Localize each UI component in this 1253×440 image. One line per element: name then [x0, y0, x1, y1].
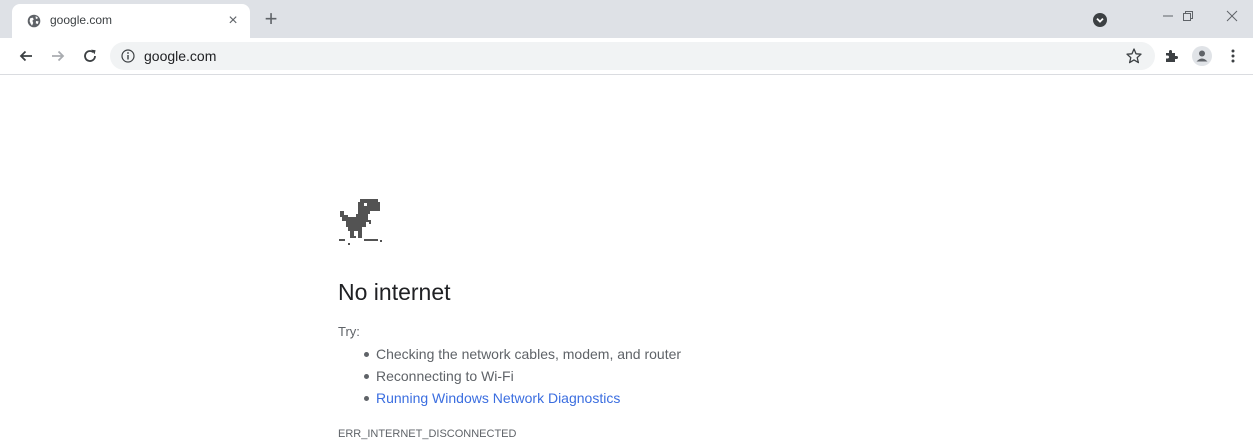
- toolbar: google.com: [0, 38, 1253, 75]
- tab-search-icon[interactable]: [1092, 12, 1108, 28]
- info-icon[interactable]: [121, 49, 135, 63]
- suggestion-link-text[interactable]: Running Windows Network Diagnostics: [376, 390, 620, 406]
- dino-icon: [338, 199, 382, 246]
- tab-close-icon[interactable]: ×: [223, 11, 243, 31]
- network-diagnostics-link[interactable]: Running Windows Network Diagnostics: [338, 388, 681, 410]
- tab-strip: google.com × +: [0, 0, 1253, 38]
- globe-icon: [27, 14, 41, 28]
- suggestion-item: Checking the network cables, modem, and …: [338, 344, 681, 366]
- page-title: No internet: [338, 279, 451, 305]
- tab-title: google.com: [50, 13, 113, 27]
- restore-icon[interactable]: [1167, 0, 1209, 32]
- bullet: [364, 396, 369, 401]
- bullet: [364, 352, 369, 357]
- forward-arrow-icon[interactable]: [46, 44, 70, 68]
- extensions-icon[interactable]: [1159, 44, 1183, 68]
- active-tab[interactable]: google.com ×: [12, 4, 250, 38]
- suggestion-item: Reconnecting to Wi-Fi: [338, 366, 681, 388]
- close-window-icon[interactable]: [1211, 0, 1253, 32]
- new-tab-button[interactable]: +: [259, 8, 283, 32]
- suggestion-text: Checking the network cables, modem, and …: [376, 346, 682, 362]
- suggestion-list: Checking the network cables, modem, and …: [338, 344, 681, 410]
- menu-icon[interactable]: [1221, 44, 1245, 68]
- try-label: Try:: [338, 324, 360, 339]
- back-arrow-icon[interactable]: [14, 44, 38, 68]
- address-bar[interactable]: google.com: [110, 42, 1155, 70]
- error-code: ERR_INTERNET_DISCONNECTED: [338, 428, 517, 440]
- suggestion-text: Reconnecting to Wi-Fi: [376, 368, 514, 384]
- reload-icon[interactable]: [78, 44, 102, 68]
- url-text[interactable]: google.com: [144, 48, 216, 64]
- bullet: [364, 374, 369, 379]
- star-icon[interactable]: [1125, 47, 1143, 65]
- profile-icon[interactable]: [1190, 44, 1214, 68]
